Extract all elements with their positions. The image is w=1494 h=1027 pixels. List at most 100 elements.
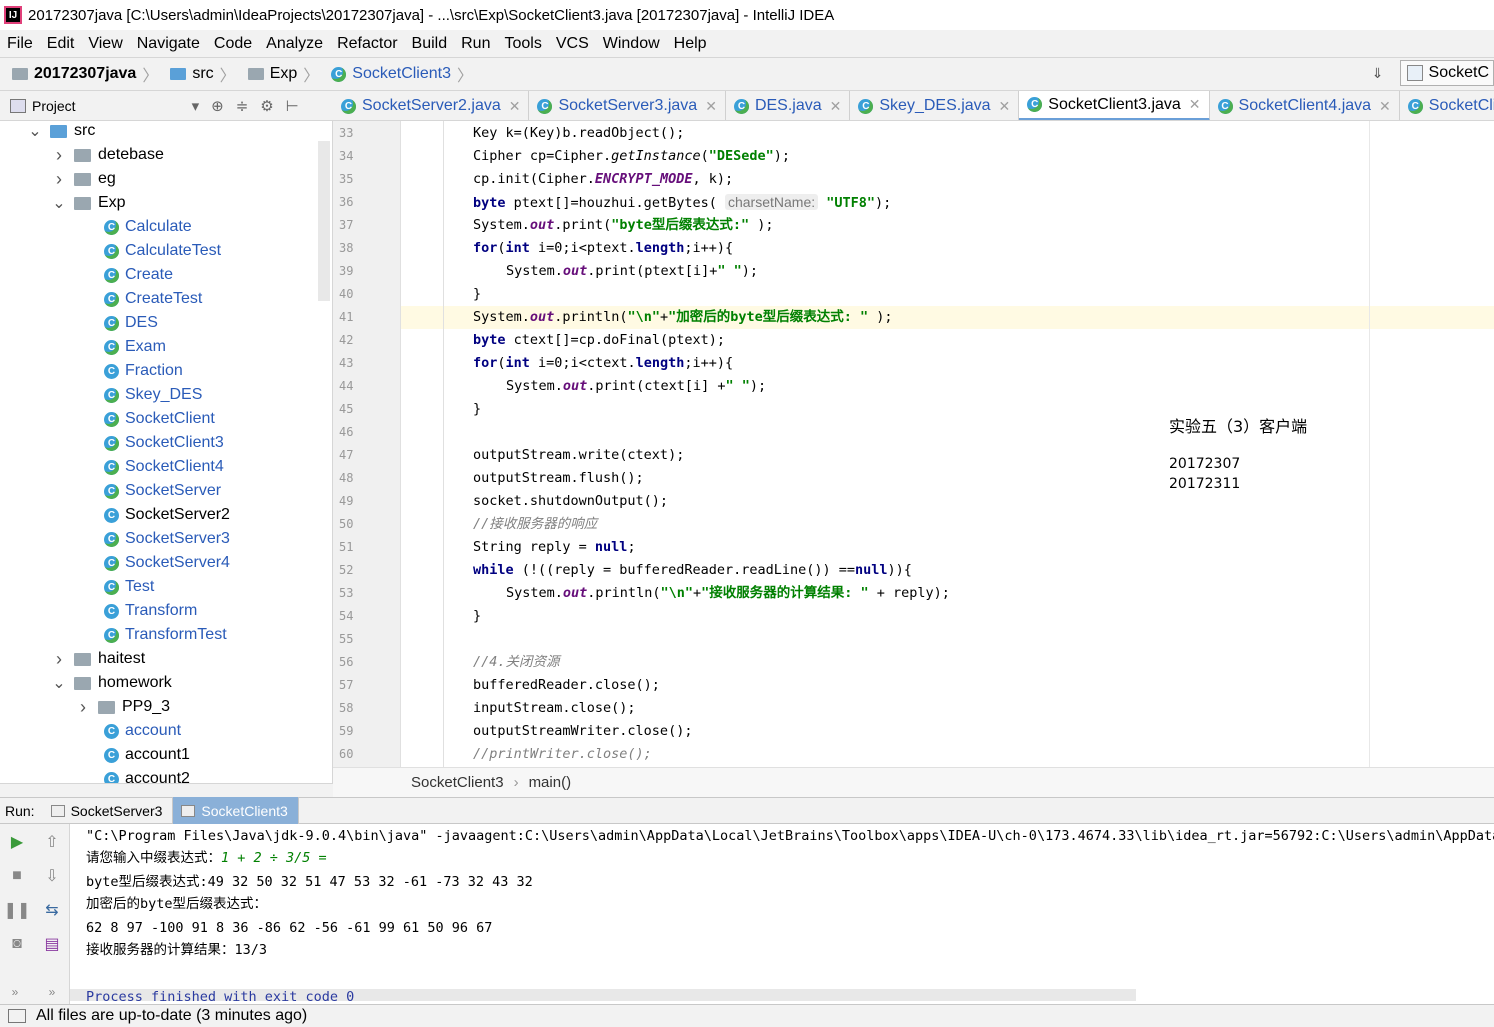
code-line[interactable]: for(int i=0;i<ctext.length;i++){ xyxy=(473,352,733,375)
tree-item[interactable]: Caccount2 xyxy=(104,767,190,783)
tree-item[interactable]: C Calculate xyxy=(104,215,192,239)
code-line[interactable]: } xyxy=(473,605,481,628)
menu-run[interactable]: Run xyxy=(454,35,497,53)
editor-tab[interactable]: C SocketClient3.java ✕ xyxy=(1019,91,1210,120)
tree-item[interactable]: C Skey_DES xyxy=(104,383,202,407)
tree-item[interactable]: › haitest xyxy=(52,647,145,671)
code-line[interactable]: System.out.print(ctext[i] +" "); xyxy=(506,375,766,398)
editor-tab[interactable]: C DES.java ✕ xyxy=(726,91,851,120)
breadcrumb-src[interactable]: src 〉 xyxy=(158,62,236,86)
code-line[interactable]: outputStream.write(ctext); xyxy=(473,444,684,467)
close-icon[interactable]: ✕ xyxy=(1189,96,1201,113)
editor-tab[interactable]: C SocketServer3.java ✕ xyxy=(529,91,726,120)
code-line[interactable]: System.out.print("byte型后缀表达式:" ); xyxy=(473,214,774,237)
editor-tab[interactable]: C SocketServer2.java ✕ xyxy=(333,91,530,120)
tree-horizontal-scrollbar[interactable] xyxy=(0,783,333,797)
close-icon[interactable]: ✕ xyxy=(509,98,521,115)
tree-item[interactable]: C SocketClient3 xyxy=(104,431,224,455)
code-line[interactable]: Key k=(Key)b.readObject(); xyxy=(473,122,684,145)
tree-item[interactable]: C Test xyxy=(104,575,154,599)
code-line[interactable]: Cipher cp=Cipher.getInstance("DESede"); xyxy=(473,145,790,168)
tree-item[interactable]: C SocketClient xyxy=(104,407,215,431)
tree-item[interactable]: Caccount1 xyxy=(104,743,190,767)
stop-icon[interactable]: ■ xyxy=(7,866,27,886)
close-icon[interactable]: ✕ xyxy=(999,98,1011,115)
breadcrumb-file[interactable]: C SocketClient3 〉 xyxy=(319,62,473,86)
project-panel-title[interactable]: Project xyxy=(32,98,76,114)
code-line[interactable]: } xyxy=(473,283,481,306)
tree-item[interactable]: C SocketClient4 xyxy=(104,455,224,479)
hide-panel-icon[interactable]: ⊢ xyxy=(286,97,299,115)
code-line[interactable]: //4.关闭资源 xyxy=(473,651,560,674)
tree-item[interactable]: ⌄ src xyxy=(28,121,95,143)
chevron-right-icon[interactable]: › xyxy=(76,697,90,718)
chevron-right-icon[interactable]: › xyxy=(52,649,66,670)
menu-build[interactable]: Build xyxy=(405,35,455,53)
code-line[interactable]: System.out.print(ptext[i]+" "); xyxy=(506,260,758,283)
tree-item[interactable]: C SocketServer2 xyxy=(104,503,230,527)
breadcrumb-class[interactable]: SocketClient3 xyxy=(411,774,504,791)
menu-help[interactable]: Help xyxy=(667,35,714,53)
tree-item[interactable]: C SocketServer xyxy=(104,479,221,503)
breadcrumb-project[interactable]: 20172307java 〉 xyxy=(0,62,158,86)
tree-item[interactable]: › detebase xyxy=(52,143,164,167)
close-icon[interactable]: ✕ xyxy=(1379,98,1391,115)
menu-refactor[interactable]: Refactor xyxy=(330,35,404,53)
pause-icon[interactable]: ❚❚ xyxy=(4,900,31,920)
editor-tab[interactable]: C SocketClien xyxy=(1400,91,1494,120)
tree-item[interactable]: C Fraction xyxy=(104,359,183,383)
chevron-right-icon[interactable]: › xyxy=(52,169,66,190)
code-line[interactable]: outputStreamWriter.close(); xyxy=(473,720,692,743)
console-output[interactable]: "C:\Program Files\Java\jdk-9.0.4\bin\jav… xyxy=(70,824,1494,1004)
dump-threads-icon[interactable]: ◙ xyxy=(7,934,27,954)
code-line[interactable]: //接收服务器的响应 xyxy=(473,513,597,536)
menu-window[interactable]: Window xyxy=(596,35,667,53)
collapse-icon[interactable]: ≑ xyxy=(236,97,249,115)
code-line[interactable]: System.out.println("\n"+"接收服务器的计算结果: " +… xyxy=(506,582,950,605)
code-line[interactable]: while (!((reply = bufferedReader.readLin… xyxy=(473,559,912,582)
tree-item[interactable]: C SocketServer4 xyxy=(104,551,230,575)
run-tab-socketclient3[interactable]: SocketClient3 xyxy=(173,797,299,824)
code-line[interactable]: byte ctext[]=cp.doFinal(ptext); xyxy=(473,329,725,352)
close-icon[interactable]: ✕ xyxy=(705,98,717,115)
tree-item[interactable]: C CreateTest xyxy=(104,287,202,311)
dropdown-arrow-icon[interactable]: ▾ xyxy=(192,97,200,115)
tool-windows-icon[interactable] xyxy=(8,1009,26,1023)
code-line[interactable]: //printWriter.close(); xyxy=(473,743,652,766)
tree-vertical-scrollbar[interactable] xyxy=(318,141,330,301)
menu-navigate[interactable]: Navigate xyxy=(130,35,207,53)
tree-item[interactable]: ⌄ Exp xyxy=(52,191,125,215)
editor-tab[interactable]: C Skey_DES.java ✕ xyxy=(850,91,1020,120)
code-line[interactable]: inputStream.close(); xyxy=(473,697,636,720)
gear-icon[interactable]: ⚙ xyxy=(260,97,273,115)
menu-file[interactable]: File xyxy=(0,35,40,53)
scroll-up-icon[interactable]: ⇧ xyxy=(42,832,62,852)
tree-item[interactable]: C CalculateTest xyxy=(104,239,221,263)
run-tab-socketserver3[interactable]: SocketServer3 xyxy=(43,797,174,824)
chevron-down-icon[interactable]: ⌄ xyxy=(28,121,42,141)
tree-item[interactable]: C Create xyxy=(104,263,173,287)
menu-tools[interactable]: Tools xyxy=(497,35,548,53)
tree-item[interactable]: Caccount xyxy=(104,719,181,743)
chevron-down-icon[interactable]: ⌄ xyxy=(52,193,66,213)
code-line[interactable]: } xyxy=(473,398,481,421)
tree-item[interactable]: C TransformTest xyxy=(104,623,227,647)
tree-item[interactable]: › eg xyxy=(52,167,116,191)
code-line[interactable]: socket.shutdownOutput(); xyxy=(473,490,668,513)
menu-vcs[interactable]: VCS xyxy=(549,35,596,53)
soft-wrap-icon[interactable]: ⇆ xyxy=(42,900,62,920)
code-line[interactable]: for(int i=0;i<ptext.length;i++){ xyxy=(473,237,733,260)
menu-edit[interactable]: Edit xyxy=(40,35,82,53)
menu-code[interactable]: Code xyxy=(207,35,259,53)
code-line[interactable]: outputStream.flush(); xyxy=(473,467,644,490)
code-editor[interactable]: 实验五（3）客户端 20172307 20172311 33 Key k=(Key… xyxy=(333,121,1494,767)
editor-tab[interactable]: C SocketClient4.java ✕ xyxy=(1210,91,1400,120)
breadcrumb-method[interactable]: main() xyxy=(529,774,572,791)
scroll-down-icon[interactable]: ⇩ xyxy=(42,866,62,886)
more-icon[interactable]: » xyxy=(5,982,25,1002)
run-configuration-select[interactable]: SocketC xyxy=(1399,60,1494,86)
tree-item[interactable]: C SocketServer3 xyxy=(104,527,230,551)
tree-item[interactable]: C Exam xyxy=(104,335,166,359)
menu-view[interactable]: View xyxy=(81,35,129,53)
print-icon[interactable]: ▤ xyxy=(42,934,62,954)
